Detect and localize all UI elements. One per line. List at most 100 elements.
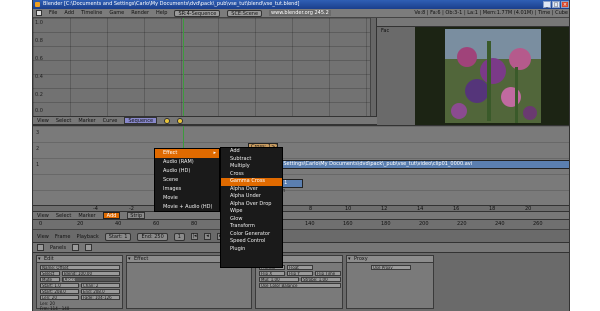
graph-menu-curve[interactable]: Curve xyxy=(103,118,118,124)
minimize-button[interactable]: _ xyxy=(543,1,551,8)
float-button[interactable]: Float xyxy=(287,265,313,270)
add-menu-effect[interactable]: Effect ▸ xyxy=(155,149,219,158)
close-button[interactable]: × xyxy=(561,1,569,8)
graph-menu-marker[interactable]: Marker xyxy=(78,118,95,124)
proxy-panel-header[interactable]: Proxy xyxy=(347,256,433,263)
timeline-editor: 0 20 40 60 80 100 120 140 160 180 200 22… xyxy=(33,220,569,243)
add-menu-item[interactable]: Scene xyxy=(155,176,219,185)
effect-menu-item[interactable]: Speed Control xyxy=(221,238,282,246)
lock-icon[interactable] xyxy=(164,117,171,124)
y-tick-label: 0.2 xyxy=(35,92,43,98)
timeline-menu-view[interactable]: View xyxy=(37,234,49,240)
edit-panel: Edit Name: Offset Select Blend: 100.00 M… xyxy=(36,255,123,311)
menu-add[interactable]: Add xyxy=(64,10,74,16)
flower-photo-image xyxy=(415,27,569,125)
current-frame-field[interactable]: 1 xyxy=(173,232,185,241)
render-context-icon[interactable] xyxy=(85,244,93,251)
edit-panel-header[interactable]: Edit xyxy=(37,256,122,263)
effect-menu-item[interactable]: Multiply xyxy=(221,163,282,171)
strobe-field[interactable]: Strobe: 1.00 xyxy=(301,277,341,282)
timeline-tick: 160 xyxy=(343,221,353,227)
blend-mode-select[interactable]: Cross xyxy=(62,277,120,282)
graph-menu-select[interactable]: Select xyxy=(56,118,71,124)
start-offset-field[interactable]: Start: 208.0 xyxy=(40,289,79,294)
buttons-window-icon[interactable] xyxy=(37,244,44,251)
effect-menu-item[interactable]: Alpha Over xyxy=(221,186,282,194)
menu-game[interactable]: Game xyxy=(109,10,124,16)
current-frame-line xyxy=(183,18,184,116)
select-button[interactable]: Select xyxy=(40,271,60,276)
flip-time-button[interactable]: Flip Time xyxy=(315,271,341,276)
add-menu-item[interactable]: Audio (RAM) xyxy=(155,158,219,167)
effect-menu-item[interactable]: Wipe xyxy=(221,208,282,216)
ipo-graph-editor[interactable]: 1.0 0.8 0.6 0.4 0.2 0.0 xyxy=(33,18,377,116)
end-offset-field[interactable]: End: 208.0 xyxy=(81,289,120,294)
add-menu-item[interactable]: Movie + Audio (HD) xyxy=(155,203,219,212)
add-menu-item[interactable]: Audio (HD) xyxy=(155,167,219,176)
ipo-type-selector[interactable]: Sequence xyxy=(124,117,158,124)
mute-button[interactable]: Mute xyxy=(40,277,60,282)
scene-selector[interactable]: SCE:Scene xyxy=(227,9,263,17)
menu-timeline[interactable]: Timeline xyxy=(81,10,102,16)
effect-menu-item[interactable]: Transform xyxy=(221,223,282,231)
fade-field[interactable]: Fade: 104-126 xyxy=(81,295,120,300)
add-menu-item[interactable]: Movie xyxy=(155,194,219,203)
timeline-tick: 20 xyxy=(77,221,84,227)
graph-scrollbar[interactable] xyxy=(370,18,376,116)
start-field[interactable]: Start: 1.0 xyxy=(40,283,79,288)
end-frame-field[interactable]: End: 250 xyxy=(137,232,168,241)
use-proxy-button[interactable]: Use Proxy xyxy=(371,265,411,270)
menu-help[interactable]: Help xyxy=(156,10,167,16)
timeline-tick: 220 xyxy=(457,221,467,227)
panels-menu[interactable]: Panels xyxy=(50,245,66,251)
timeline-tick: 60 xyxy=(153,221,160,227)
blender-window: Blender [C:\Documents and Settings\Carlo… xyxy=(32,0,570,311)
graph-menu-view[interactable]: View xyxy=(37,118,49,124)
jump-start-icon[interactable]: |◂ xyxy=(190,233,198,240)
window-title: Blender [C:\Documents and Settings\Carlo… xyxy=(43,1,300,7)
preview-header xyxy=(377,18,569,27)
y-tick-label: 0.6 xyxy=(35,56,43,62)
flip-y-button[interactable]: Flip Y xyxy=(287,271,313,276)
effect-menu-item[interactable]: Glow xyxy=(221,216,282,224)
play-reverse-icon[interactable]: ◂ xyxy=(203,233,211,240)
seq-menu-add[interactable]: Add xyxy=(102,212,121,219)
length-field[interactable]: Len: 20 xyxy=(40,295,79,300)
start-frame-field[interactable]: Start: 1 xyxy=(104,232,132,241)
channel-label: 3 xyxy=(36,130,40,136)
effect-menu-item[interactable]: Cross xyxy=(221,171,282,179)
effect-menu-item[interactable]: Color Generator xyxy=(221,231,282,239)
blend-field[interactable]: Blend: 100.00 xyxy=(62,271,120,276)
sequencer-strip-area[interactable]: 3 2 1 Cross: 1>2 608 | C:\Documents and … xyxy=(33,125,569,206)
effect-menu-item[interactable]: Alpha Over Drop xyxy=(221,201,282,209)
y-tick-label: 0.8 xyxy=(35,38,43,44)
timeline-tick: 80 xyxy=(191,221,198,227)
effect-menu-item[interactable]: Subtract xyxy=(221,156,282,164)
menu-file[interactable]: File xyxy=(49,10,57,16)
seq-menu-strip[interactable]: Strip xyxy=(127,212,146,219)
screen-selector[interactable]: SR:4-Sequence xyxy=(174,9,221,17)
channel-field[interactable]: Chan: 2 xyxy=(81,283,120,288)
timeline-menu-frame[interactable]: Frame xyxy=(55,234,71,240)
timeline-ruler[interactable]: 0 20 40 60 80 100 120 140 160 180 200 22… xyxy=(33,220,569,230)
sequencer-context-icon[interactable] xyxy=(72,244,80,251)
blender-url: www.blender.org 245.2 xyxy=(269,10,331,16)
menu-render[interactable]: Render xyxy=(131,10,149,16)
seq-menu-view[interactable]: View xyxy=(37,213,49,219)
ipo-key-icon[interactable] xyxy=(177,117,184,124)
mul-field[interactable]: Mul: 1.00 xyxy=(259,277,299,282)
effect-menu-item-selected[interactable]: Gamma Cross xyxy=(221,178,282,186)
maximize-button[interactable]: □ xyxy=(552,1,560,8)
add-menu-item[interactable]: Images xyxy=(155,185,219,194)
flip-x-button[interactable]: Flip X xyxy=(259,271,285,276)
editor-type-icon[interactable] xyxy=(36,10,42,16)
effect-menu-item[interactable]: Plugin xyxy=(221,246,282,254)
seq-menu-marker[interactable]: Marker xyxy=(78,213,95,219)
y-tick-label: 0.4 xyxy=(35,74,43,80)
effect-menu-item[interactable]: Alpha Under xyxy=(221,193,282,201)
timeline-menu-playback[interactable]: Playback xyxy=(76,234,98,240)
strip-name-field[interactable]: Name: Offset xyxy=(40,265,120,270)
use-color-balance-button[interactable]: Use Color Balance xyxy=(259,283,341,288)
effect-menu-item[interactable]: Add xyxy=(221,148,282,156)
seq-menu-select[interactable]: Select xyxy=(56,213,71,219)
